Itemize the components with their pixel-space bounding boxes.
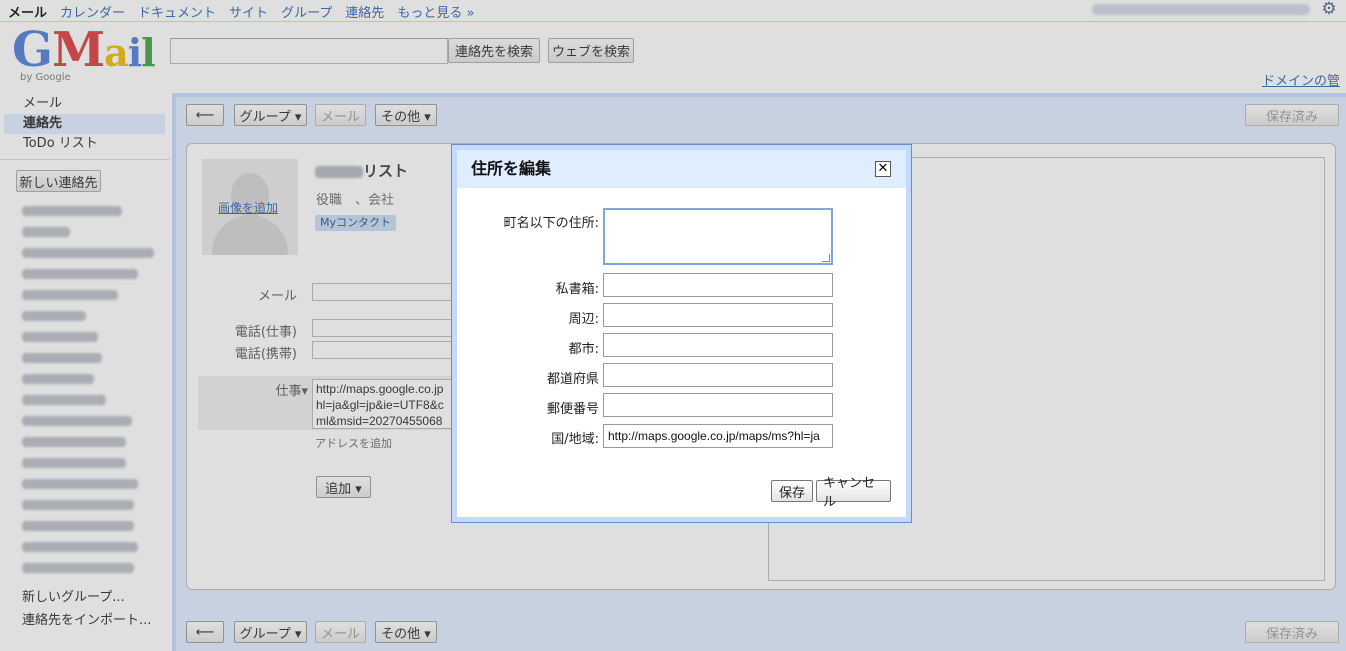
postcode-input[interactable] [603, 393, 833, 417]
city-label: 都市: [568, 342, 599, 357]
neighborhood-input[interactable] [603, 303, 833, 327]
close-icon[interactable]: ✕ [875, 161, 891, 177]
region-label: 都道府県 [546, 372, 599, 387]
street-textarea[interactable] [603, 208, 833, 265]
pobox-label: 私書箱: [555, 282, 599, 297]
city-input[interactable] [603, 333, 833, 357]
postcode-label: 郵便番号 [546, 402, 599, 417]
dialog-title: 住所を編集 [457, 150, 906, 188]
resize-grip-icon[interactable] [822, 254, 830, 262]
region-input[interactable] [603, 363, 833, 387]
save-button[interactable]: 保存 [771, 480, 813, 502]
cancel-button[interactable]: キャンセル [816, 476, 891, 510]
neighborhood-label: 周辺: [568, 312, 599, 327]
street-label: 町名以下の住所: [503, 216, 599, 231]
country-input[interactable]: http://maps.google.co.jp/maps/ms?hl=ja [603, 424, 833, 448]
edit-address-dialog: 住所を編集 ✕ 町名以下の住所: 私書箱: 周辺: 都市: 都道府県 郵便番号 … [451, 144, 912, 523]
pobox-input[interactable] [603, 273, 833, 297]
dialog-body: 住所を編集 ✕ 町名以下の住所: 私書箱: 周辺: 都市: 都道府県 郵便番号 … [457, 150, 906, 517]
country-label: 国/地域: [551, 432, 599, 447]
